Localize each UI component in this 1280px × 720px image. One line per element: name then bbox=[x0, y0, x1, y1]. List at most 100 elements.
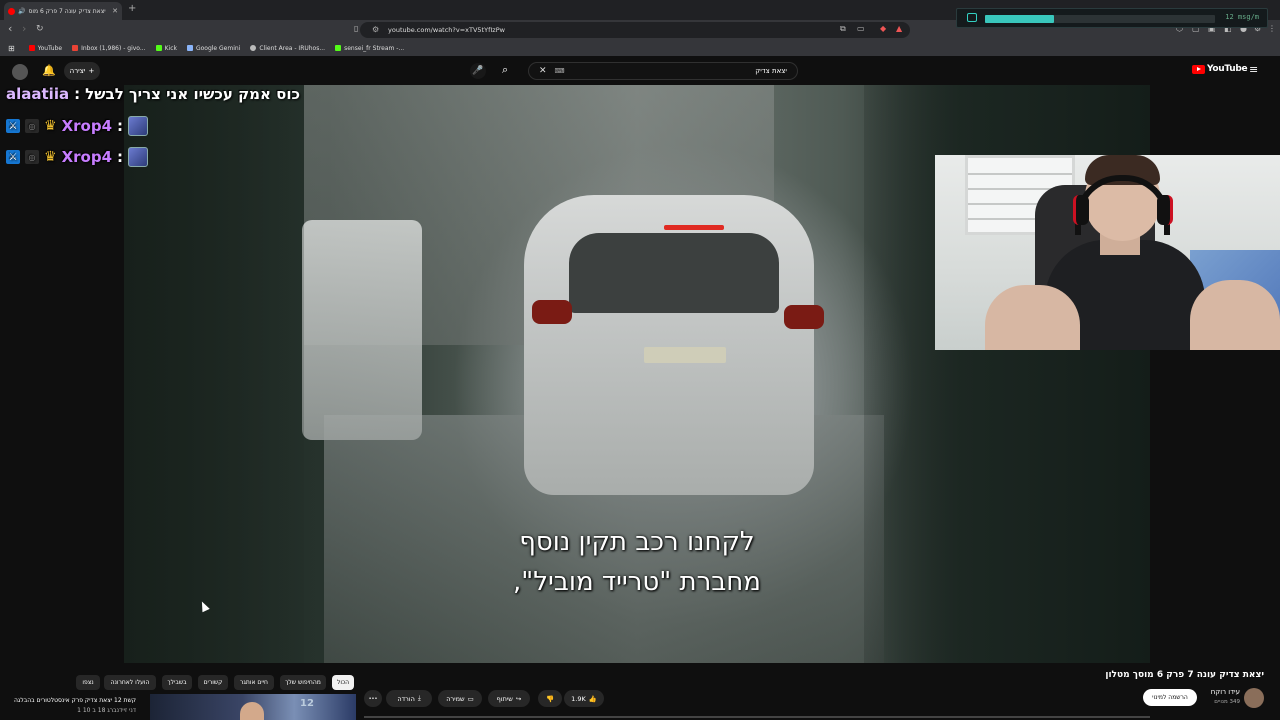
youtube-favicon-icon bbox=[8, 7, 15, 15]
save-button[interactable]: ▭ שמירה bbox=[438, 690, 482, 707]
webcam-headset-cup-right bbox=[1157, 195, 1173, 225]
moderator-badge-icon: ⚔ bbox=[6, 150, 20, 164]
new-tab-button[interactable]: + bbox=[128, 3, 136, 14]
youtube-play-icon bbox=[1192, 64, 1205, 74]
verified-badge-icon: ◎ bbox=[25, 119, 39, 133]
bookmark-item[interactable]: sensei_fr Stream -... bbox=[335, 45, 404, 52]
rewards-icon[interactable]: ▲ bbox=[896, 24, 902, 33]
channel-avatar[interactable] bbox=[1244, 688, 1264, 708]
bookmark-icon[interactable]: ▯ bbox=[354, 24, 358, 33]
bookmark-item[interactable]: Inbox (1,986) - givo... bbox=[72, 45, 146, 52]
youtube-logo-text: YouTube bbox=[1207, 64, 1248, 74]
filter-chip[interactable]: חיים אותגר bbox=[234, 675, 274, 690]
apps-grid-icon[interactable]: ⊞ bbox=[8, 44, 15, 53]
site-info-icon[interactable]: ⚙ bbox=[372, 25, 379, 34]
chat-rate-text: 12 msg/m bbox=[1225, 13, 1259, 21]
download-button[interactable]: ⤓ הורדה bbox=[386, 690, 432, 707]
like-button[interactable]: 👍 1.9K bbox=[564, 690, 604, 707]
chat-message-text: כוס אמק עכשיו אני צריך לבשל bbox=[85, 85, 301, 103]
chat-rate-widget: 12 msg/m bbox=[956, 8, 1268, 28]
create-label: יצירה bbox=[69, 67, 86, 75]
subtitle-line-1: לקחנו רכב תקין נוסף bbox=[519, 527, 755, 557]
subscribe-button[interactable]: הרשמה למינוי bbox=[1143, 689, 1197, 706]
chat-icon bbox=[967, 13, 977, 22]
thumbs-up-icon: 👍 bbox=[588, 694, 597, 703]
url-input[interactable]: youtube.com/watch?v=xTV5tYfIzPw bbox=[360, 22, 910, 38]
create-button[interactable]: יצירה + bbox=[64, 62, 100, 80]
chat-message: ⚔ ◎ ♛ Xrop4 : bbox=[6, 116, 149, 136]
share-icon: ↪ bbox=[515, 694, 522, 703]
filter-chip[interactable]: הועלו לאחרונה bbox=[104, 675, 156, 690]
filter-chip-all[interactable]: הכול bbox=[332, 675, 354, 690]
bookmark-item[interactable]: Google Gemini bbox=[186, 45, 240, 52]
tab-title: יצאת צדיק עונה 7 פרק 6 מוס bbox=[28, 7, 106, 15]
save-icon: ▭ bbox=[467, 694, 474, 703]
youtube-logo[interactable]: YouTube bbox=[1192, 64, 1248, 74]
video-scene-brake-light bbox=[664, 225, 724, 230]
share-label: שיתוף bbox=[496, 694, 513, 703]
close-tab-icon[interactable]: ✕ bbox=[112, 7, 118, 15]
notifications-bell-icon[interactable]: 🔔 bbox=[42, 64, 56, 77]
chat-emote-icon bbox=[128, 147, 149, 167]
save-label: שמירה bbox=[446, 694, 465, 703]
video-progress-bar[interactable] bbox=[364, 716, 1150, 718]
share-button[interactable]: ↪ שיתוף bbox=[488, 690, 530, 707]
related-video-thumbnail[interactable]: 12 bbox=[150, 694, 356, 720]
download-label: הורדה bbox=[397, 694, 415, 703]
download-icon: ⤓ bbox=[417, 694, 421, 702]
subtitle-line-2: מחברת "טרייד מוביל", bbox=[513, 567, 761, 597]
filter-chip[interactable]: נצפו bbox=[76, 675, 100, 690]
chat-rate-bar bbox=[985, 15, 1215, 23]
video-scene-car-window bbox=[569, 233, 779, 313]
speaker-icon[interactable]: 🔊 bbox=[18, 8, 25, 15]
chat-message: ⚔ ◎ ♛ Xrop4 : bbox=[6, 147, 149, 167]
channel-name[interactable]: עידו רוקח bbox=[1196, 688, 1240, 696]
forward-icon[interactable]: › bbox=[22, 22, 26, 35]
related-video-channel: דני זיידנברג 18 ב 10 1 bbox=[77, 707, 136, 714]
chat-username: Xrop4 bbox=[61, 117, 113, 135]
filter-chip[interactable]: קשורים bbox=[198, 675, 228, 690]
keyboard-icon[interactable]: ⌨ bbox=[555, 67, 565, 75]
video-scene-tail-light-left bbox=[532, 300, 572, 324]
crown-badge-icon: ♛ bbox=[44, 149, 57, 165]
browser-tab[interactable]: 🔊 יצאת צדיק עונה 7 פרק 6 מוס ✕ bbox=[4, 2, 122, 20]
video-scene-van bbox=[302, 220, 422, 440]
reload-icon[interactable]: ↻ bbox=[36, 24, 44, 34]
verified-badge-icon: ◎ bbox=[25, 150, 39, 164]
more-actions-button[interactable]: ••• bbox=[364, 690, 382, 707]
clear-search-icon[interactable]: ✕ bbox=[539, 66, 547, 76]
bookmarks-bar: ⊞ YouTube Inbox (1,986) - givo... Kick G… bbox=[0, 40, 1280, 56]
moderator-badge-icon: ⚔ bbox=[6, 119, 20, 133]
streamer-webcam bbox=[935, 155, 1280, 350]
account-avatar[interactable] bbox=[12, 64, 28, 80]
thumbs-down-icon: 👎 bbox=[545, 694, 555, 703]
dislike-button[interactable]: 👎 bbox=[538, 690, 562, 707]
filter-chip[interactable]: מהחיפוש שלך bbox=[280, 675, 326, 690]
back-icon[interactable]: ‹ bbox=[8, 22, 12, 35]
bookmark-item[interactable]: Kick bbox=[155, 45, 177, 52]
menu-dots-icon[interactable]: ⋮ bbox=[1268, 24, 1276, 33]
webcam-headset-cup-left bbox=[1073, 195, 1089, 225]
bookmark-item[interactable]: YouTube bbox=[28, 45, 62, 52]
cast-icon[interactable]: ▭ bbox=[857, 24, 865, 33]
chat-rate-fill bbox=[985, 15, 1054, 23]
video-scene-tail-light-right bbox=[784, 305, 824, 329]
hamburger-menu-icon[interactable]: ≡ bbox=[1249, 63, 1258, 76]
crown-badge-icon: ♛ bbox=[44, 118, 57, 134]
voice-search-icon[interactable]: 🎤 bbox=[470, 63, 486, 79]
filter-chip[interactable]: בשבילך bbox=[162, 675, 192, 690]
webcam-arm-right bbox=[1190, 280, 1280, 350]
bookmark-item[interactable]: Client Area - IRUhos... bbox=[250, 45, 325, 52]
chat-separator: : bbox=[117, 148, 124, 166]
thumbnail-face bbox=[240, 702, 264, 720]
brave-shield-icon[interactable]: ◆ bbox=[880, 24, 886, 33]
translate-icon[interactable]: ⧉ bbox=[840, 24, 846, 34]
chat-username: alaatiia bbox=[6, 85, 70, 103]
related-video-title[interactable]: קשת 12 יצאת צדיק פרק אינסטלטורים בהבלגה bbox=[4, 697, 136, 704]
search-icon[interactable]: ⌕ bbox=[502, 63, 508, 77]
video-title: יצאת צדיק עונה 7 פרק 6 מוסך מטלון bbox=[1105, 670, 1264, 680]
search-input[interactable]: ✕ ⌨ יצאת צדיק bbox=[528, 62, 798, 80]
search-query: יצאת צדיק bbox=[755, 67, 787, 75]
chat-emote-icon bbox=[128, 116, 149, 136]
chat-username: Xrop4 bbox=[61, 148, 113, 166]
